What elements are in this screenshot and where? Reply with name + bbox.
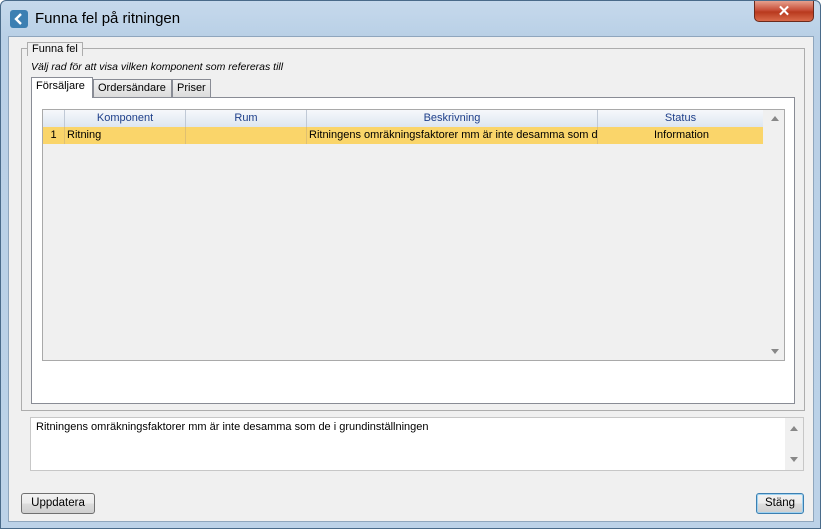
tab-ordersandare[interactable]: Ordersändare — [93, 79, 172, 97]
close-window-button[interactable]: ✕ — [754, 1, 814, 22]
row-number-header — [43, 110, 65, 127]
tab-forsaljare[interactable]: Försäljare — [31, 77, 93, 98]
table-scrollbar[interactable] — [766, 110, 784, 360]
close-button[interactable]: Stäng — [756, 493, 804, 514]
instruction-text: Välj rad för att visa vilken komponent s… — [31, 61, 284, 73]
update-button[interactable]: Uppdatera — [21, 493, 95, 514]
title-bar[interactable]: Funna fel på ritningen ✕ — [1, 1, 820, 37]
cell-beskrivning[interactable]: Ritningens omräkningsfaktorer mm är inte… — [307, 127, 598, 144]
table-row[interactable]: 1 Ritning Ritningens omräkningsfaktorer … — [43, 127, 763, 144]
column-header-beskrivning[interactable]: Beskrivning — [307, 110, 598, 127]
close-x-icon: ✕ — [777, 3, 791, 20]
column-header-komponent[interactable]: Komponent — [65, 110, 186, 127]
tab-panel: Komponent Rum Beskrivning Status 1 Ritni… — [31, 97, 795, 404]
dialog-client-area: Funna fel Välj rad för att visa vilken k… — [8, 36, 814, 522]
row-number: 1 — [43, 127, 65, 144]
errors-table: Komponent Rum Beskrivning Status 1 Ritni… — [42, 109, 785, 361]
scroll-down-icon[interactable] — [790, 457, 798, 462]
column-header-status[interactable]: Status — [598, 110, 763, 127]
scroll-up-icon[interactable] — [771, 116, 779, 121]
description-textarea[interactable]: Ritningens omräkningsfaktorer mm är inte… — [30, 417, 804, 471]
dialog-window: Funna fel på ritningen ✕ Funna fel Välj … — [0, 0, 821, 529]
scroll-up-icon[interactable] — [790, 426, 798, 431]
window-title: Funna fel på ritningen — [35, 10, 181, 27]
cell-status[interactable]: Information — [598, 127, 763, 144]
errors-groupbox: Funna fel Välj rad för att visa vilken k… — [21, 42, 805, 411]
group-title: Funna fel — [27, 42, 83, 56]
cell-rum[interactable] — [186, 127, 307, 144]
column-header-rum[interactable]: Rum — [186, 110, 307, 127]
cell-komponent[interactable]: Ritning — [65, 127, 186, 144]
scroll-down-icon[interactable] — [771, 349, 779, 354]
tab-priser[interactable]: Priser — [172, 79, 211, 97]
table-header: Komponent Rum Beskrivning Status — [43, 110, 763, 128]
back-arrow-icon — [10, 10, 28, 28]
description-text: Ritningens omräkningsfaktorer mm är inte… — [36, 421, 429, 433]
description-scrollbar[interactable] — [785, 418, 803, 470]
